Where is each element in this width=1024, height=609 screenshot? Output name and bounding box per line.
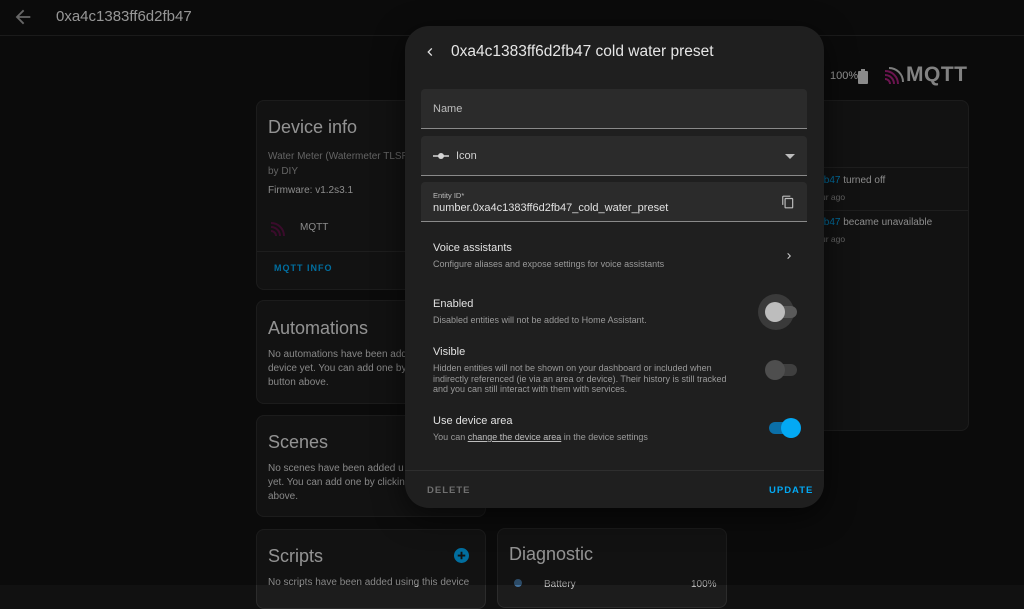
delete-button[interactable]: DELETE bbox=[427, 485, 470, 496]
voice-assistants-desc: Configure aliases and expose settings fo… bbox=[433, 259, 665, 269]
icon-field-label: Icon bbox=[456, 150, 477, 162]
visible-desc-line3: and you can still interact with them wit… bbox=[433, 384, 628, 394]
voice-assistants-row[interactable]: Voice assistants Configure aliases and e… bbox=[405, 232, 824, 272]
visible-desc-line1: Hidden entities will not be shown on you… bbox=[433, 363, 712, 373]
dialog-title: 0xa4c1383ff6d2fb47 cold water preset bbox=[451, 43, 714, 60]
enabled-toggle[interactable] bbox=[765, 302, 797, 322]
toggle-knob bbox=[765, 360, 785, 380]
use-device-area-title: Use device area bbox=[433, 415, 513, 427]
update-button[interactable]: UPDATE bbox=[769, 485, 813, 496]
entity-id-field[interactable]: Entity ID* number.0xa4c1383ff6d2fb47_col… bbox=[421, 182, 807, 222]
entity-id-label: Entity ID* bbox=[433, 191, 465, 200]
enabled-desc: Disabled entities will not be added to H… bbox=[433, 315, 647, 325]
area-desc-pre: You can bbox=[433, 432, 468, 442]
entity-id-prefix: number. bbox=[433, 202, 473, 214]
name-field[interactable]: Name bbox=[421, 89, 807, 129]
visible-desc-line2: indirectly referenced (ie via an area or… bbox=[433, 374, 727, 384]
toggle-knob bbox=[765, 302, 785, 322]
voice-assistants-title: Voice assistants bbox=[433, 242, 512, 254]
entity-id-value: 0xa4c1383ff6d2fb47_cold_water_preset bbox=[472, 202, 669, 214]
visible-toggle[interactable] bbox=[765, 360, 797, 380]
use-device-area-toggle[interactable] bbox=[769, 418, 801, 438]
enabled-title: Enabled bbox=[433, 298, 474, 310]
entity-settings-dialog: 0xa4c1383ff6d2fb47 cold water preset Nam… bbox=[405, 26, 824, 508]
copy-icon[interactable] bbox=[781, 195, 795, 209]
visible-title: Visible bbox=[433, 346, 466, 358]
use-device-area-desc: You can change the device area in the de… bbox=[433, 432, 648, 442]
dialog-footer-divider bbox=[405, 470, 824, 471]
area-desc-post: in the device settings bbox=[561, 432, 648, 442]
icon-picker-field[interactable]: Icon bbox=[421, 136, 807, 176]
entity-id-value-row: number.0xa4c1383ff6d2fb47_cold_water_pre… bbox=[433, 202, 668, 214]
icon-preview-icon bbox=[433, 153, 449, 159]
dropdown-arrow-icon[interactable] bbox=[785, 154, 795, 160]
chevron-right-icon bbox=[787, 253, 791, 259]
back-chevron-icon[interactable] bbox=[422, 44, 438, 60]
toggle-knob bbox=[781, 418, 801, 438]
name-field-label: Name bbox=[433, 103, 463, 115]
change-device-area-link[interactable]: change the device area bbox=[468, 432, 562, 442]
